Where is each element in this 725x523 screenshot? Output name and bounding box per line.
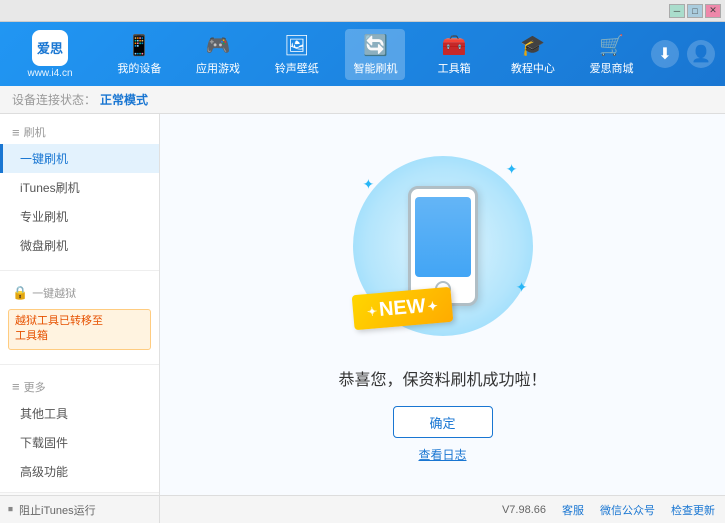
jailbreak-section-header: 🔒 一键越狱	[0, 281, 159, 305]
sidebar-item-dual-flash[interactable]: 微盘刷机	[0, 231, 159, 260]
wechat-link[interactable]: 微信公众号	[600, 502, 655, 518]
logo-icon-text: 爱思	[37, 38, 63, 57]
logo-icon: 爱思	[32, 30, 68, 66]
header-right: ⬇ 👤	[651, 40, 715, 68]
nav-app-games[interactable]: 🎮 应用游戏	[188, 29, 248, 80]
phone-illustration: NEW ✦ ✦ ✦	[343, 146, 543, 346]
window-controls: ─ □ ✕	[669, 4, 721, 18]
sparkle-icon-1: ✦	[506, 161, 518, 178]
jailbreak-warning: 越狱工具已转移至工具箱	[8, 309, 151, 350]
bottom-bar: ⏹ 阻止iTunes运行 V7.98.66 客服 微信公众号 检查更新	[0, 495, 725, 523]
smart-flash-label: 智能刷机	[353, 60, 397, 76]
more-section-icon: ≡	[12, 379, 20, 394]
sidebar: ≡ 刷机 一键刷机 iTunes刷机 专业刷机 微盘刷机 🔒 一键越狱 越狱工具…	[0, 114, 160, 495]
close-button[interactable]: ✕	[705, 4, 721, 18]
toolbox-icon: 🧰	[442, 33, 467, 58]
bottom-right: V7.98.66 客服 微信公众号 检查更新	[492, 496, 725, 523]
tutorial-icon: 🎓	[520, 33, 545, 58]
status-value: 正常模式	[100, 91, 148, 108]
phone-screen	[415, 197, 471, 277]
support-link[interactable]: 客服	[562, 502, 584, 518]
my-device-label: 我的设备	[117, 60, 161, 76]
bottom-left: ⏹ 阻止iTunes运行	[0, 496, 160, 523]
bottom-center	[160, 496, 492, 523]
jailbreak-section-title: 一键越狱	[32, 285, 76, 301]
view-log-link[interactable]: 查看日志	[418, 446, 466, 463]
download-button[interactable]: ⬇	[651, 40, 679, 68]
new-badge-text: NEW	[378, 295, 426, 322]
sidebar-item-one-key-flash[interactable]: 一键刷机	[0, 144, 159, 173]
stop-itunes-label[interactable]: 阻止iTunes运行	[19, 502, 96, 518]
confirm-button[interactable]: 确定	[393, 406, 493, 438]
sidebar-item-pro-flash[interactable]: 专业刷机	[0, 202, 159, 231]
nav-store[interactable]: 🛒 爱思商城	[582, 29, 642, 80]
lock-icon: 🔒	[12, 285, 28, 301]
toolbox-label: 工具箱	[438, 60, 471, 76]
nav-bar: 📱 我的设备 🎮 应用游戏 🖼 铃声壁纸 🔄 智能刷机 🧰 工具箱 🎓 教程中心…	[100, 29, 651, 80]
success-text: 恭喜您，保资料刷机成功啦！	[338, 366, 546, 390]
sidebar-item-advanced[interactable]: 高级功能	[0, 457, 159, 486]
version-label: V7.98.66	[502, 504, 546, 516]
stop-itunes-icon: ⏹	[8, 504, 13, 515]
flash-section-title: 刷机	[24, 124, 46, 140]
sidebar-divider-1	[0, 270, 159, 271]
flash-section: ≡ 刷机 一键刷机 iTunes刷机 专业刷机 微盘刷机	[0, 114, 159, 266]
maximize-button[interactable]: □	[687, 4, 703, 18]
nav-my-device[interactable]: 📱 我的设备	[109, 29, 169, 80]
check-update-link[interactable]: 检查更新	[671, 502, 715, 518]
sidebar-item-other-tools[interactable]: 其他工具	[0, 399, 159, 428]
my-device-icon: 📱	[127, 33, 152, 58]
flash-section-header: ≡ 刷机	[0, 120, 159, 144]
sidebar-item-download-firmware[interactable]: 下载固件	[0, 428, 159, 457]
sidebar-divider-2	[0, 364, 159, 365]
tutorial-label: 教程中心	[511, 60, 555, 76]
store-icon: 🛒	[599, 33, 624, 58]
nav-toolbox[interactable]: 🧰 工具箱	[424, 29, 484, 80]
status-label: 设备连接状态：	[12, 91, 96, 108]
sidebar-item-itunes-flash[interactable]: iTunes刷机	[0, 173, 159, 202]
nav-tutorial[interactable]: 🎓 教程中心	[503, 29, 563, 80]
title-bar: ─ □ ✕	[0, 0, 725, 22]
main-layout: ≡ 刷机 一键刷机 iTunes刷机 专业刷机 微盘刷机 🔒 一键越狱 越狱工具…	[0, 114, 725, 495]
nav-smart-flash[interactable]: 🔄 智能刷机	[345, 29, 405, 80]
flash-section-icon: ≡	[12, 125, 20, 140]
logo-url: www.i4.cn	[27, 68, 72, 79]
smart-flash-icon: 🔄	[363, 33, 388, 58]
nav-wallpaper[interactable]: 🖼 铃声壁纸	[267, 29, 327, 80]
app-games-icon: 🎮	[206, 33, 231, 58]
content-area: NEW ✦ ✦ ✦ 恭喜您，保资料刷机成功啦！ 确定 查看日志	[160, 114, 725, 495]
sidebar-device-panel: 自动断连 跳过向导 📱 iPhone 12 mini 64GB Down-12m…	[0, 492, 159, 495]
sparkle-icon-2: ✦	[363, 176, 375, 193]
more-section-title: 更多	[24, 379, 46, 395]
more-section: ≡ 更多 其他工具 下载固件 高级功能	[0, 369, 159, 492]
minimize-button[interactable]: ─	[669, 4, 685, 18]
header: 爱思 www.i4.cn 📱 我的设备 🎮 应用游戏 🖼 铃声壁纸 🔄 智能刷机…	[0, 22, 725, 86]
wallpaper-label: 铃声壁纸	[275, 60, 319, 76]
logo[interactable]: 爱思 www.i4.cn	[10, 30, 90, 79]
jailbreak-section: 🔒 一键越狱 越狱工具已转移至工具箱	[0, 275, 159, 360]
user-button[interactable]: 👤	[687, 40, 715, 68]
more-section-header: ≡ 更多	[0, 375, 159, 399]
sparkle-icon-3: ✦	[516, 279, 528, 296]
wallpaper-icon: 🖼	[284, 33, 309, 58]
store-label: 爱思商城	[590, 60, 634, 76]
status-bar: 设备连接状态： 正常模式	[0, 86, 725, 114]
app-games-label: 应用游戏	[196, 60, 240, 76]
